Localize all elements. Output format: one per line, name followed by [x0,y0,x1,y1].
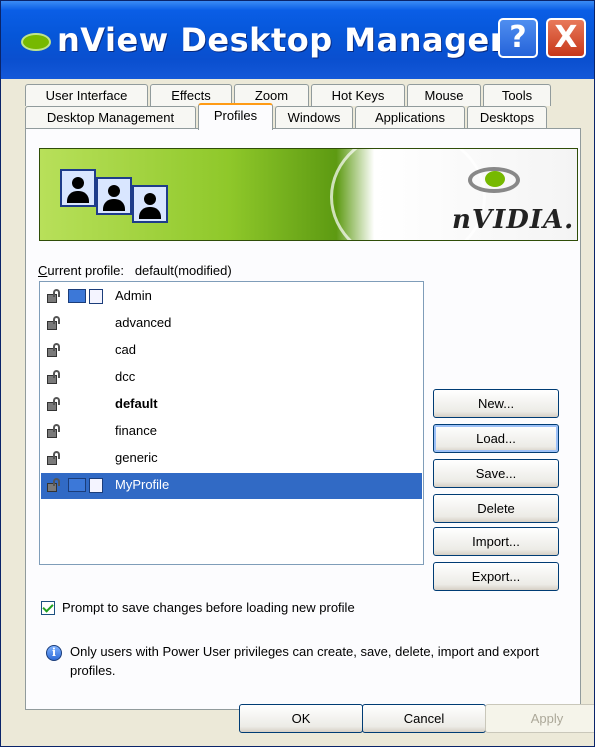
monitor-icon [68,289,86,303]
nvidia-logo-text: nVIDIA. [452,205,575,235]
profile-list[interactable]: Admin advanced cad dcc default finance generic… [39,281,424,565]
nvidia-banner: nVIDIA. [39,148,578,241]
title-bar[interactable]: nView Desktop Manager ? X [1,1,594,79]
lock-icon [47,451,63,465]
info-text: Only users with Power User privileges ca… [70,644,539,678]
new-button[interactable]: New... [433,389,559,418]
list-item[interactable]: finance [41,419,422,445]
list-item-label: advanced [115,315,172,330]
lock-icon [47,289,63,303]
tab-tools[interactable]: Tools [483,84,551,106]
user-icon [96,177,132,215]
list-item[interactable]: cad [41,338,422,364]
list-item-label: dcc [115,369,136,384]
tab-row-2: Desktop Management Profiles Windows Appl… [25,103,549,130]
lock-icon [47,343,63,357]
import-button[interactable]: Import... [433,527,559,556]
document-icon [89,289,103,304]
lock-icon [47,370,63,384]
tab-desktop-management[interactable]: Desktop Management [25,106,196,128]
users-icon [60,169,190,229]
tab-profiles[interactable]: Profiles [198,103,273,130]
tab-row-1: User Interface Effects Zoom Hot Keys Mou… [25,84,553,106]
nvidia-eye-icon [21,33,51,51]
list-item[interactable]: dcc [41,365,422,391]
user-icon [60,169,96,207]
list-item[interactable]: default [41,392,422,418]
list-item[interactable]: MyProfile [41,473,422,499]
lock-icon [47,316,63,330]
list-item-label: generic [115,450,158,465]
current-profile-value: default(modified) [134,263,232,278]
list-item[interactable]: advanced [41,311,422,337]
dialog-window: nView Desktop Manager ? X User Interface… [0,0,595,747]
save-button[interactable]: Save... [433,459,559,488]
apply-button[interactable]: Apply [485,704,594,733]
load-button[interactable]: Load... [433,424,559,453]
profiles-panel: nVIDIA. Current profile: default(modifie… [25,128,581,710]
document-icon [89,478,103,493]
list-item-label: finance [115,423,157,438]
cancel-button[interactable]: Cancel [362,704,486,733]
close-button[interactable]: X [546,18,586,58]
list-item[interactable]: generic [41,446,422,472]
ok-button[interactable]: OK [239,704,363,733]
prompt-save-label[interactable]: Prompt to save changes before loading ne… [62,600,355,615]
window-title: nView Desktop Manager [57,21,506,59]
lock-icon [47,424,63,438]
export-button[interactable]: Export... [433,562,559,591]
current-profile-caption: urrent profile: [47,263,124,278]
list-item-label: MyProfile [115,477,170,492]
help-button[interactable]: ? [498,18,538,58]
prompt-save-checkbox[interactable] [41,601,55,615]
lock-icon [47,478,63,492]
tab-windows[interactable]: Windows [275,106,353,128]
current-profile-label: Current profile: default(modified) [38,263,232,278]
list-item-label: cad [115,342,136,357]
mnemonic: C [38,263,48,278]
user-icon [132,185,168,223]
info-icon: i [46,645,62,661]
monitor-icon [68,478,86,492]
tab-hot-keys[interactable]: Hot Keys [311,84,405,106]
nvidia-logo-icon [460,159,530,201]
list-item[interactable]: Admin [41,284,422,310]
delete-button[interactable]: Delete [433,494,559,523]
list-item-label: default [115,396,158,411]
lock-icon [47,397,63,411]
tab-mouse[interactable]: Mouse [407,84,481,106]
dialog-client-area: User Interface Effects Zoom Hot Keys Mou… [11,81,594,738]
tab-user-interface[interactable]: User Interface [25,84,148,106]
tab-applications[interactable]: Applications [355,106,465,128]
list-item-label: Admin [115,288,152,303]
tab-desktops[interactable]: Desktops [467,106,547,128]
